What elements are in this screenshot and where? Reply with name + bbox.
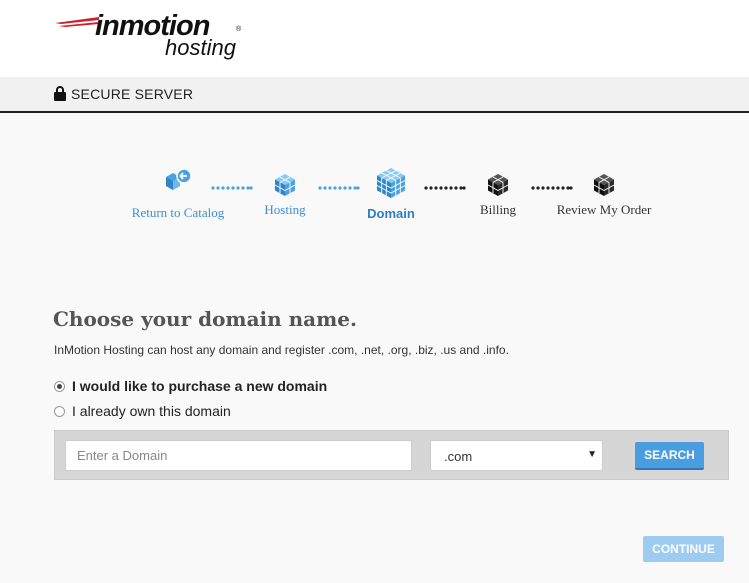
step-label: Review My Order	[556, 202, 652, 217]
checkout-page: inmotion ® hosting SECURE SERVER Return …	[0, 0, 749, 583]
logo-subtext: hosting	[165, 35, 236, 60]
logo-registered-mark: ®	[236, 26, 242, 33]
tld-selected-value: .com	[444, 449, 473, 464]
inmotion-logo[interactable]: inmotion ® hosting	[55, 8, 255, 68]
dropdown-arrow-icon: ▼	[587, 449, 597, 460]
radio-button[interactable]	[54, 406, 65, 417]
domain-input[interactable]	[65, 440, 412, 471]
option-already-own-domain[interactable]: I already own this domain	[54, 403, 254, 421]
site-header: inmotion ® hosting	[0, 0, 749, 77]
step-domain[interactable]: Domain	[361, 167, 421, 221]
lock-icon	[54, 86, 66, 101]
tld-select[interactable]: .com ▼	[430, 440, 603, 471]
search-button[interactable]: SEARCH	[635, 442, 704, 470]
secure-server-bar: SECURE SERVER	[0, 77, 749, 113]
step-label: Billing	[479, 202, 517, 217]
continue-button[interactable]: CONTINUE	[643, 536, 724, 562]
step-connector	[424, 186, 466, 190]
swoosh-icon	[55, 17, 99, 27]
domain-section-title: Choose your domain name.	[53, 307, 357, 331]
domain-search-panel: .com ▼ SEARCH	[54, 430, 729, 480]
cube-icon	[593, 174, 615, 196]
step-connector	[211, 186, 253, 190]
secure-server-label: SECURE SERVER	[71, 86, 194, 102]
radio-label[interactable]: I would like to purchase a new domain	[72, 378, 327, 394]
domain-section-description: InMotion Hosting can host any domain and…	[54, 343, 509, 357]
step-connector	[318, 186, 360, 190]
cube-icon	[376, 168, 406, 198]
cube-icon	[487, 174, 509, 196]
cube-icon	[274, 174, 296, 196]
step-return-to-catalog[interactable]: Return to Catalog	[120, 168, 236, 221]
step-billing: Billing	[468, 173, 528, 218]
catalog-return-icon	[166, 168, 192, 190]
step-review-my-order: Review My Order	[550, 173, 658, 218]
step-hosting[interactable]: Hosting	[255, 173, 315, 218]
radio-label[interactable]: I already own this domain	[72, 403, 231, 419]
checkout-steps: Return to Catalog Hosting Domain Billing…	[0, 160, 749, 240]
step-label: Return to Catalog	[131, 205, 225, 220]
step-label: Hosting	[264, 202, 306, 217]
step-label: Domain	[367, 206, 415, 221]
option-purchase-new-domain[interactable]: I would like to purchase a new domain	[54, 378, 334, 396]
radio-button[interactable]	[54, 381, 65, 392]
